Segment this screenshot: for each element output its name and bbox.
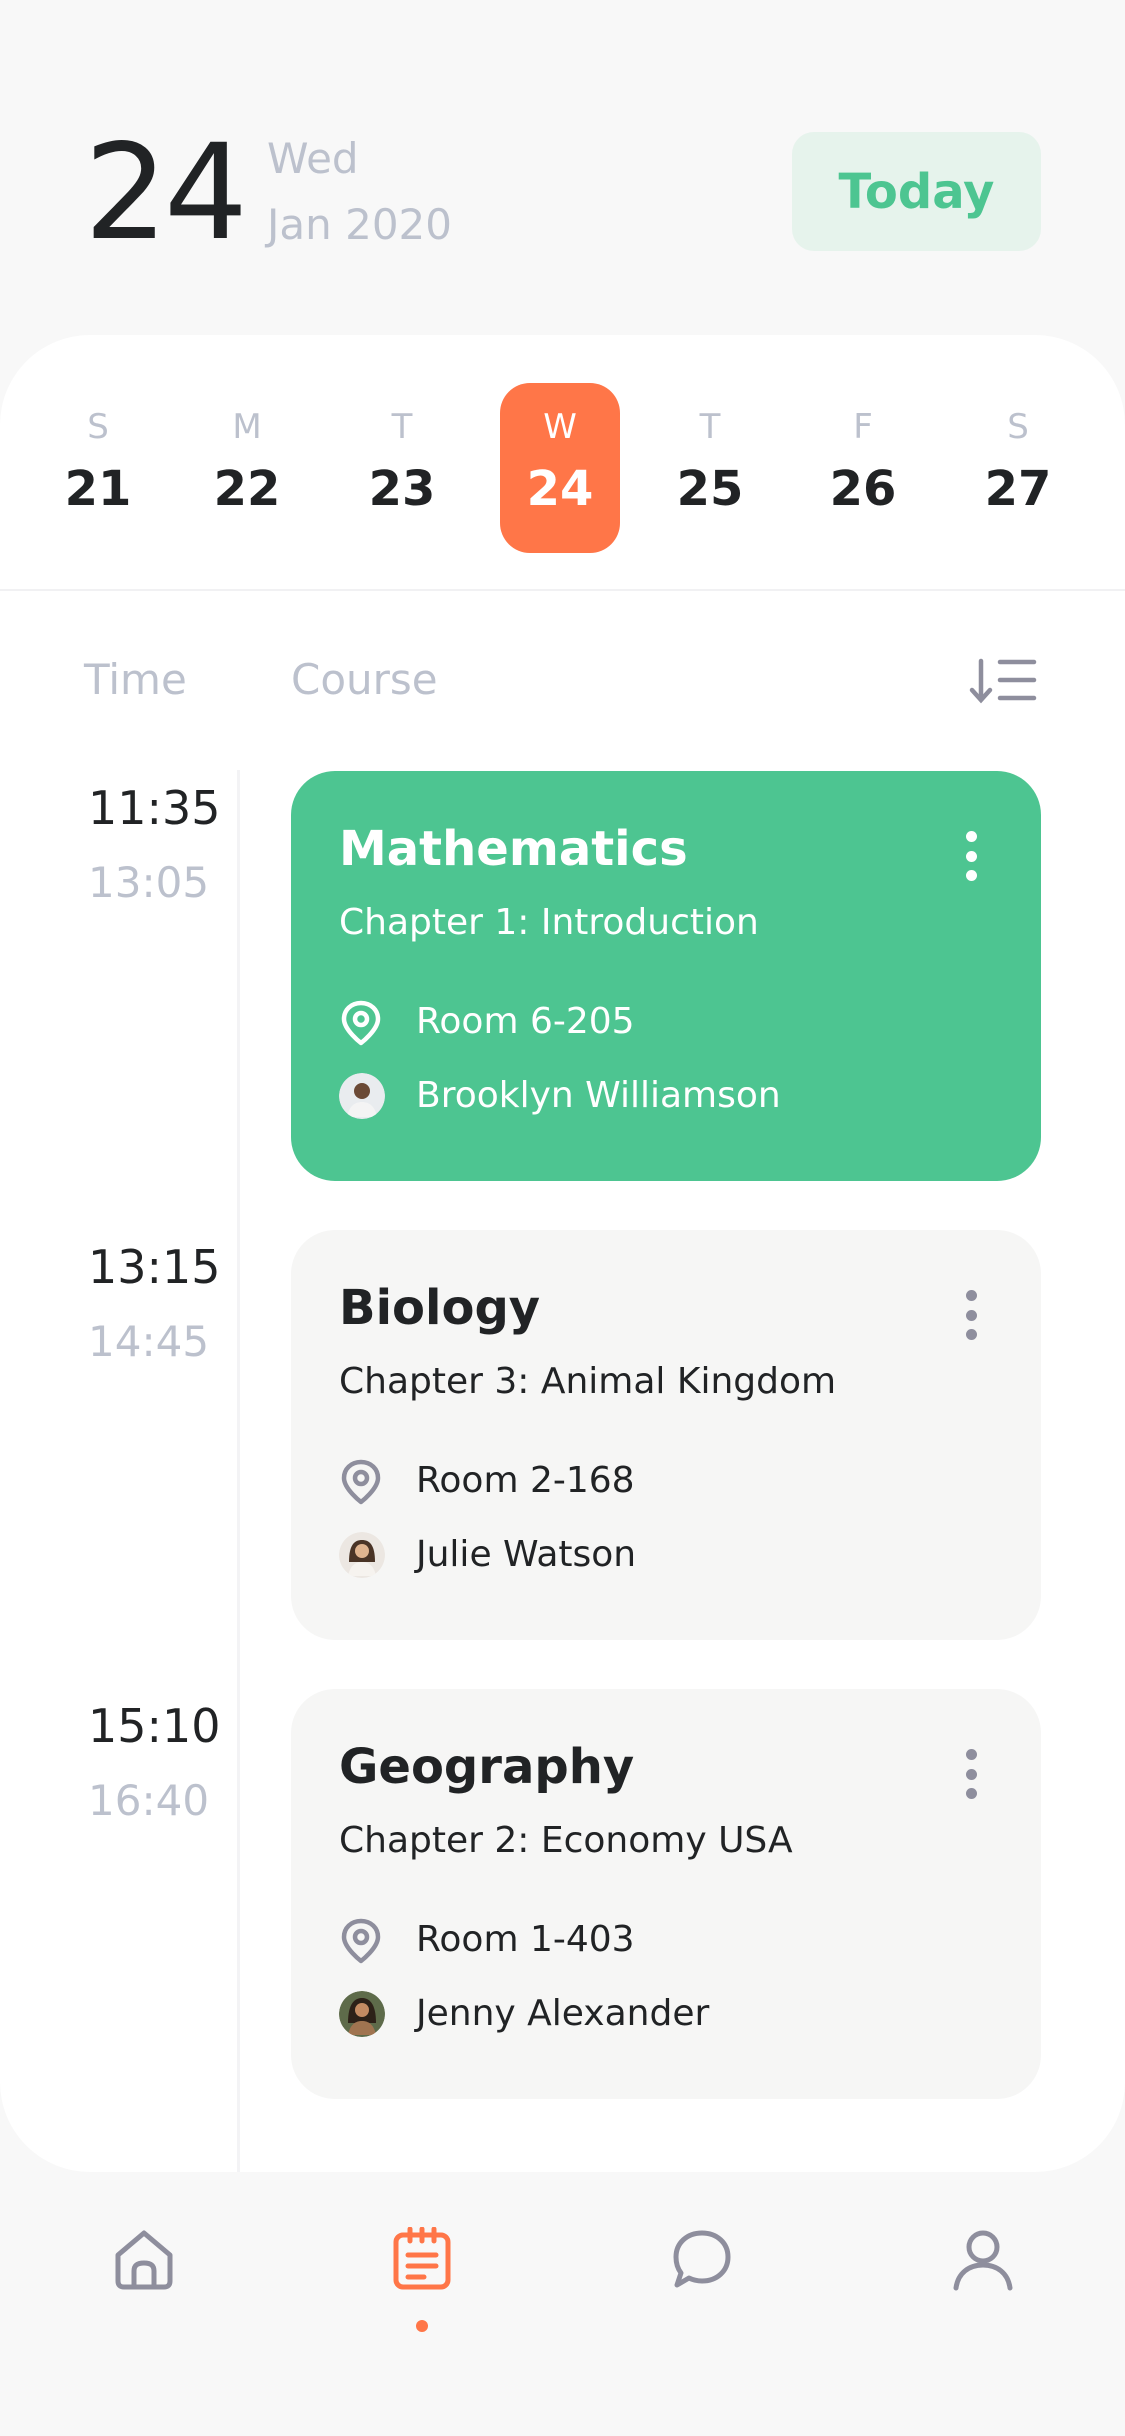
course-teacher: Brooklyn Williamson (416, 1075, 781, 1116)
time-column-header: Time (84, 655, 187, 704)
week-strip: S 21 M 22 T 23 W 24 T 25 F 26 S 27 (0, 335, 1125, 590)
current-day-number: 24 (84, 116, 248, 270)
today-button[interactable]: Today (792, 132, 1041, 251)
course-title: Geography (339, 1739, 635, 1795)
day-letter: F (853, 407, 873, 447)
course-teacher: Julie Watson (416, 1534, 637, 1575)
location-pin-icon (341, 1918, 381, 1964)
slot-end-time: 16:40 (88, 1776, 210, 1825)
day-letter: S (87, 407, 109, 447)
course-title: Mathematics (339, 821, 688, 877)
more-options-icon[interactable] (956, 831, 986, 881)
nav-profile[interactable] (933, 2227, 1033, 2337)
slot-end-time: 13:05 (88, 858, 210, 907)
slot-start-time: 13:15 (88, 1240, 221, 1294)
day-21[interactable]: S 21 (38, 383, 158, 553)
day-23[interactable]: T 23 (342, 383, 462, 553)
day-24-selected[interactable]: W 24 (500, 383, 620, 553)
day-number: 27 (984, 461, 1052, 517)
day-27[interactable]: S 27 (958, 383, 1078, 553)
divider (0, 589, 1125, 591)
header: 24 Wed Jan 2020 Today (0, 0, 1125, 335)
more-options-icon[interactable] (956, 1749, 986, 1799)
current-weekday: Wed (267, 134, 359, 183)
course-card-biology[interactable]: Biology Chapter 3: Animal Kingdom Room 2… (291, 1230, 1041, 1640)
day-letter: M (232, 407, 262, 447)
course-room: Room 1-403 (416, 1919, 635, 1960)
location-pin-icon (341, 1000, 381, 1046)
active-nav-indicator (416, 2320, 428, 2332)
bottom-nav (0, 2172, 1125, 2436)
nav-chat[interactable] (652, 2227, 752, 2337)
more-options-icon[interactable] (956, 1290, 986, 1340)
day-number: 23 (368, 461, 436, 517)
current-month-year: Jan 2020 (267, 200, 452, 249)
course-chapter: Chapter 3: Animal Kingdom (339, 1361, 837, 1402)
slot-start-time: 11:35 (88, 781, 221, 835)
teacher-avatar (339, 1991, 385, 2037)
day-letter: T (699, 407, 721, 447)
course-chapter: Chapter 2: Economy USA (339, 1820, 793, 1861)
slot-start-time: 15:10 (88, 1699, 221, 1753)
profile-icon (953, 2230, 1013, 2291)
schedule-screen: 24 Wed Jan 2020 Today S 21 M 22 T 23 W 2… (0, 0, 1125, 2436)
course-room: Room 6-205 (416, 1001, 635, 1042)
course-teacher: Jenny Alexander (416, 1993, 710, 2034)
home-icon (115, 2230, 173, 2290)
day-letter: T (391, 407, 413, 447)
day-22[interactable]: M 22 (187, 383, 307, 553)
course-room: Room 2-168 (416, 1460, 635, 1501)
sort-icon[interactable] (968, 653, 1038, 709)
day-number: 25 (676, 461, 744, 517)
schedule-icon (393, 2227, 451, 2290)
day-number: 24 (526, 461, 594, 517)
course-title: Biology (339, 1280, 541, 1336)
timeline-line (237, 770, 240, 2172)
course-card-mathematics[interactable]: Mathematics Chapter 1: Introduction Room… (291, 771, 1041, 1181)
chat-icon (673, 2230, 731, 2288)
day-26[interactable]: F 26 (803, 383, 923, 553)
course-card-geography[interactable]: Geography Chapter 2: Economy USA Room 1-… (291, 1689, 1041, 2099)
teacher-avatar (339, 1532, 385, 1578)
teacher-avatar (339, 1073, 385, 1119)
course-chapter: Chapter 1: Introduction (339, 902, 759, 943)
day-number: 22 (213, 461, 281, 517)
day-number: 21 (64, 461, 132, 517)
day-letter: W (543, 407, 577, 447)
course-column-header: Course (291, 655, 438, 704)
day-number: 26 (829, 461, 897, 517)
schedule-sheet: S 21 M 22 T 23 W 24 T 25 F 26 S 27 Time … (0, 335, 1125, 2172)
location-pin-icon (341, 1459, 381, 1505)
nav-home[interactable] (94, 2227, 194, 2337)
day-25[interactable]: T 25 (650, 383, 770, 553)
slot-end-time: 14:45 (88, 1317, 210, 1366)
day-letter: S (1007, 407, 1029, 447)
